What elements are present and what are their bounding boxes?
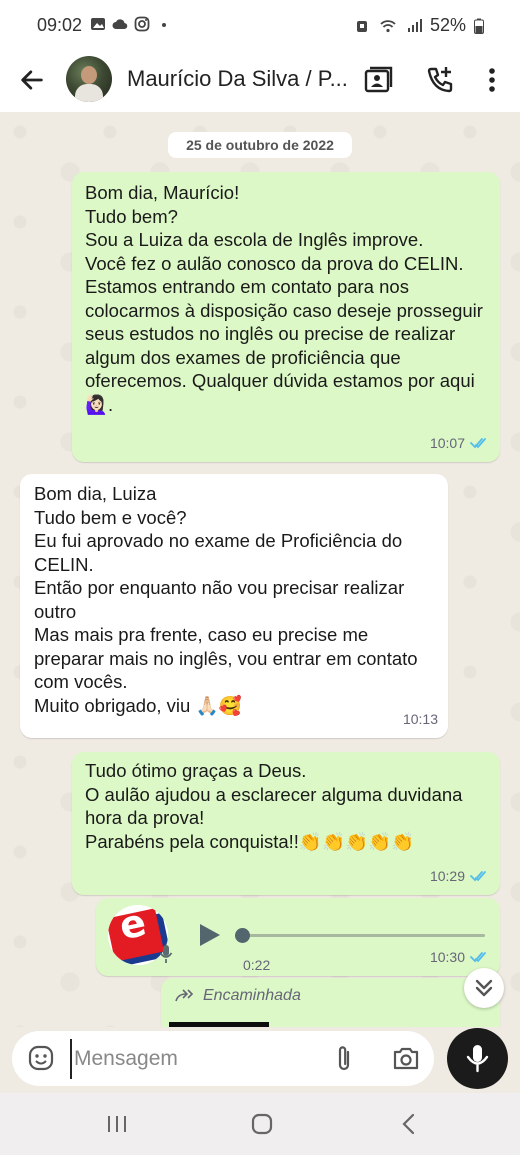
message-text: Tudo ótimo graças a Deus. O aulão ajudou… xyxy=(85,760,463,852)
wifi-icon xyxy=(380,19,396,32)
home-icon[interactable] xyxy=(249,1111,275,1137)
recent-apps-icon[interactable] xyxy=(104,1111,130,1137)
voice-record-button[interactable] xyxy=(447,1028,508,1089)
status-time: 09:02 xyxy=(37,15,83,35)
message-text: Bom dia, Maurício! Tudo bem? Sou a Luiza… xyxy=(85,182,483,415)
voice-progress-thumb[interactable] xyxy=(235,928,250,943)
camera-icon[interactable] xyxy=(392,1045,420,1071)
read-ticks-icon xyxy=(470,438,486,449)
message-composer xyxy=(12,1031,434,1086)
back-arrow-icon[interactable] xyxy=(18,66,46,94)
read-ticks-icon xyxy=(470,952,486,963)
forward-icon xyxy=(175,989,194,1002)
message-meta: 10:29 xyxy=(430,865,490,889)
message-bubble[interactable]: Tudo ótimo graças a Deus. O aulão ajudou… xyxy=(72,752,500,895)
voice-message-bubble[interactable]: e 0:22 10:30 xyxy=(96,898,500,976)
message-time: 10:29 xyxy=(429,867,465,884)
battery-percent: 52% xyxy=(429,15,466,35)
gallery-icon xyxy=(91,18,105,30)
message-bubble[interactable]: Bom dia, Maurício! Tudo bem? Sou a Luiza… xyxy=(72,172,500,462)
message-meta: 10:13 xyxy=(403,708,438,732)
play-icon[interactable] xyxy=(196,922,222,948)
mic-icon xyxy=(466,1045,489,1073)
cloud-icon xyxy=(112,19,128,30)
emoji-icon[interactable] xyxy=(28,1045,54,1071)
voice-duration: 0:22 xyxy=(243,957,271,973)
signal-icon xyxy=(407,18,422,32)
forwarded-text: Encaminhada xyxy=(203,987,301,1004)
avatar-face xyxy=(81,66,97,84)
attach-icon[interactable] xyxy=(332,1044,356,1074)
scroll-to-bottom-button[interactable] xyxy=(464,968,504,1008)
message-bubble[interactable]: Bom dia, Luiza Tudo bem e você? Eu fui a… xyxy=(20,474,448,738)
forwarded-label: Encaminhada xyxy=(175,984,301,1008)
date-chip: 25 de outubro de 2022 xyxy=(168,132,352,158)
logo-mark: e xyxy=(108,905,165,962)
chat-header: Maurício Da Silva / P... xyxy=(0,50,520,112)
message-meta: 10:07 xyxy=(430,432,490,456)
message-text: Bom dia, Luiza Tudo bem e você? Eu fui a… xyxy=(34,483,418,716)
battery-icon xyxy=(474,18,484,34)
chevrons-down-icon xyxy=(475,979,493,997)
message-time: 10:13 xyxy=(402,710,438,727)
message-meta: 10:30 xyxy=(430,946,490,970)
chat-area[interactable]: 25 de outubro de 2022 Bom dia, Maurício!… xyxy=(0,112,520,1027)
avatar-body xyxy=(75,84,103,102)
status-bar: 09:02 52% xyxy=(0,0,520,50)
dot-icon xyxy=(162,23,166,27)
message-time: 10:30 xyxy=(429,948,465,965)
message-time: 10:07 xyxy=(429,434,465,451)
voice-progress-track[interactable] xyxy=(241,934,485,937)
notification-icons xyxy=(90,16,172,32)
voice-mic-icon xyxy=(159,945,173,963)
alarm-icon xyxy=(356,20,367,32)
contact-name[interactable]: Maurício Da Silva / P... xyxy=(127,66,347,92)
avatar-letter: e xyxy=(115,905,150,949)
read-ticks-icon xyxy=(470,871,486,882)
contact-avatar[interactable] xyxy=(66,56,112,102)
more-vert-icon[interactable] xyxy=(477,65,507,95)
instagram-icon xyxy=(134,16,150,32)
message-input[interactable] xyxy=(70,1039,326,1079)
status-right: 52% xyxy=(354,15,484,36)
contact-card-icon[interactable] xyxy=(363,65,393,95)
system-nav-bar xyxy=(0,1093,520,1155)
forwarded-message-bubble[interactable]: Encaminhada xyxy=(161,978,500,1027)
add-call-icon[interactable] xyxy=(425,65,455,95)
nav-back-icon[interactable] xyxy=(396,1111,422,1137)
redacted-content xyxy=(169,1022,269,1027)
